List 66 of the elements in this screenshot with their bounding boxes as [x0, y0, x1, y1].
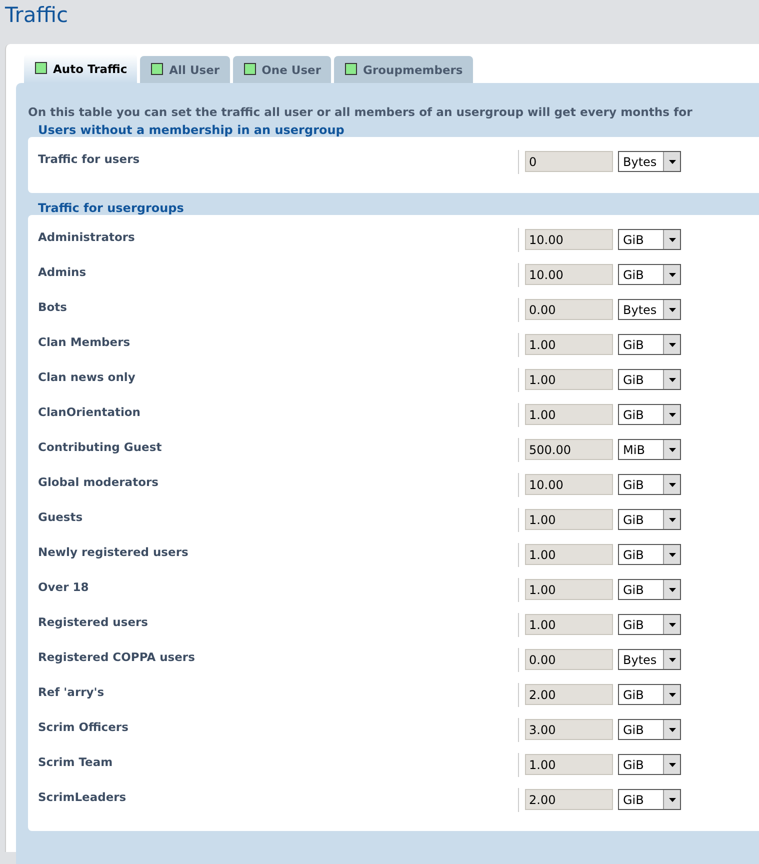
- tab[interactable]: One User: [232, 56, 332, 83]
- square-icon: [345, 63, 358, 75]
- unit-dropdown[interactable]: GiB: [618, 789, 681, 810]
- input-field[interactable]: 1.00: [525, 614, 613, 635]
- tab[interactable]: All User: [140, 56, 230, 83]
- input-field[interactable]: 1.00: [525, 334, 613, 355]
- unit-dropdown[interactable]: Bytes: [618, 649, 681, 670]
- input-field[interactable]: 1.00: [525, 509, 613, 530]
- row-label: Global moderators: [38, 474, 160, 488]
- unit-dropdown[interactable]: GiB: [618, 369, 681, 390]
- unit-dropdown[interactable]: GiB: [618, 544, 681, 565]
- input-field[interactable]: 1.00: [525, 579, 613, 600]
- input-field[interactable]: 1.00: [525, 544, 613, 565]
- input-field[interactable]: 1.00: [525, 369, 613, 390]
- row-label: Registered users: [38, 614, 150, 628]
- row-label: Administrators: [38, 230, 136, 244]
- row-label: Clan Members: [38, 334, 132, 348]
- tab[interactable]: Auto Traffic: [24, 54, 138, 83]
- row-label: Registered COPPA users: [38, 650, 196, 664]
- input-field[interactable]: 0.00: [525, 649, 613, 670]
- tab[interactable]: Groupmembers: [334, 56, 473, 83]
- input-field[interactable]: 2.00: [525, 789, 613, 810]
- unit-dropdown[interactable]: GiB: [618, 614, 681, 635]
- input-field[interactable]: 0.00: [525, 299, 613, 320]
- row-label: Guests: [38, 510, 84, 524]
- input-field[interactable]: 1.00: [525, 404, 613, 425]
- unit-dropdown[interactable]: GiB: [618, 404, 681, 425]
- row-label: Admins: [38, 264, 88, 278]
- input-field[interactable]: 10.00: [525, 474, 613, 495]
- unit-dropdown[interactable]: GiB: [618, 509, 681, 530]
- unit-dropdown[interactable]: GiB: [618, 579, 681, 600]
- row-label: ScrimLeaders: [38, 790, 128, 804]
- unit-dropdown[interactable]: GiB: [618, 754, 681, 775]
- unit-dropdown[interactable]: GiB: [618, 684, 681, 705]
- square-icon: [35, 62, 47, 74]
- row-label: Contributing Guest: [38, 440, 163, 454]
- input-field[interactable]: 3.00: [525, 719, 613, 740]
- unit-dropdown[interactable]: Bytes: [618, 151, 681, 172]
- unit-dropdown[interactable]: GiB: [618, 334, 681, 355]
- unit-dropdown[interactable]: GiB: [618, 474, 681, 495]
- description-text: On this table you can set the traffic all user or all members of an usergroup will get every months for: [28, 105, 694, 119]
- row-label: Over 18: [38, 580, 90, 594]
- unit-dropdown[interactable]: Bytes: [618, 299, 681, 320]
- input-field[interactable]: 10.00: [525, 264, 613, 285]
- page-title: Traffic: [4, 2, 68, 27]
- input-field[interactable]: 500.00: [525, 439, 613, 460]
- unit-dropdown[interactable]: GiB: [618, 719, 681, 740]
- row-label: Bots: [38, 300, 68, 314]
- row-label: Scrim Team: [38, 754, 114, 768]
- input-field[interactable]: 2.00: [525, 684, 613, 705]
- row-label: ClanOrientation: [38, 404, 142, 418]
- input-field[interactable]: 1.00: [525, 754, 613, 775]
- row-label: Newly registered users: [38, 544, 190, 558]
- row-label: Clan news only: [38, 370, 136, 384]
- unit-dropdown[interactable]: MiB: [618, 439, 681, 460]
- input-field[interactable]: 0: [525, 151, 613, 172]
- unit-dropdown[interactable]: GiB: [618, 229, 681, 250]
- section-title: Traffic for usergroups: [37, 201, 185, 215]
- square-icon: [244, 63, 256, 75]
- section-title: Users without a membership in an usergroup: [37, 123, 346, 137]
- row-label: Scrim Officers: [38, 720, 130, 734]
- row-label: Ref 'arry's: [38, 684, 106, 698]
- input-field[interactable]: 10.00: [525, 229, 613, 250]
- row-label: Traffic for users: [38, 152, 141, 166]
- square-icon: [151, 63, 164, 75]
- unit-dropdown[interactable]: GiB: [618, 264, 681, 285]
